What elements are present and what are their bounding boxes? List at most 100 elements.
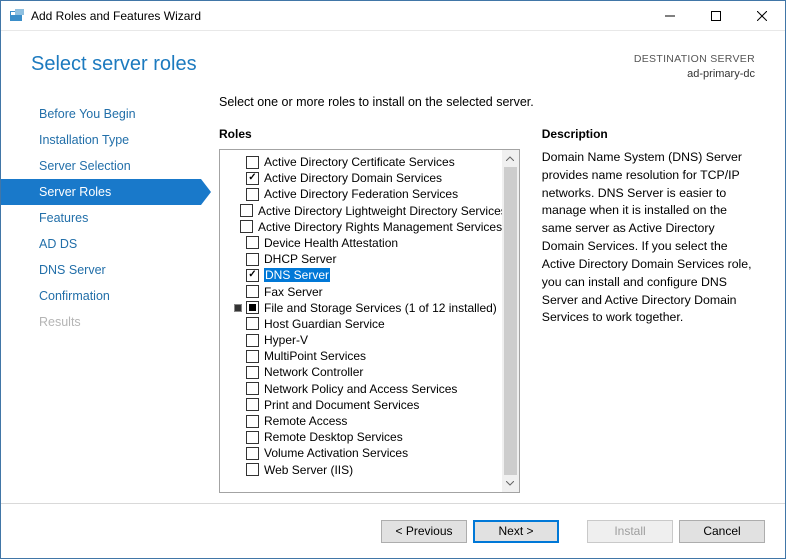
role-checkbox[interactable] [246, 447, 259, 460]
destination-value: ad-primary-dc [634, 67, 755, 81]
role-label[interactable]: Print and Document Services [264, 398, 419, 412]
scrollbar[interactable] [502, 150, 519, 492]
role-item[interactable]: Active Directory Federation Services [224, 186, 502, 202]
role-label[interactable]: Active Directory Certificate Services [264, 155, 455, 169]
role-checkbox[interactable] [246, 398, 259, 411]
wizard-nav: Before You BeginInstallation TypeServer … [1, 95, 201, 493]
previous-button[interactable]: < Previous [381, 520, 467, 543]
role-checkbox[interactable] [246, 366, 259, 379]
nav-item[interactable]: Confirmation [1, 283, 201, 309]
role-item[interactable]: Print and Document Services [224, 397, 502, 413]
footer: < Previous Next > Install Cancel [1, 503, 785, 558]
maximize-button[interactable] [693, 1, 739, 30]
role-label[interactable]: Web Server (IIS) [264, 463, 353, 477]
header-area: Select server roles DESTINATION SERVER a… [1, 31, 785, 89]
nav-item[interactable]: Features [1, 205, 201, 231]
role-item[interactable]: File and Storage Services (1 of 12 insta… [224, 300, 502, 316]
role-label[interactable]: File and Storage Services (1 of 12 insta… [264, 301, 497, 315]
role-item[interactable]: Hyper-V [224, 332, 502, 348]
role-item[interactable]: Web Server (IIS) [224, 462, 502, 478]
role-label[interactable]: MultiPoint Services [264, 349, 366, 363]
role-item[interactable]: Device Health Attestation [224, 235, 502, 251]
role-item[interactable]: DHCP Server [224, 251, 502, 267]
role-checkbox[interactable] [246, 415, 259, 428]
minimize-button[interactable] [647, 1, 693, 30]
role-checkbox[interactable] [246, 236, 259, 249]
role-label[interactable]: Device Health Attestation [264, 236, 398, 250]
role-checkbox[interactable] [246, 156, 259, 169]
role-label[interactable]: DNS Server [264, 268, 330, 282]
role-label[interactable]: Active Directory Lightweight Directory S… [258, 204, 502, 218]
install-button: Install [587, 520, 673, 543]
role-checkbox[interactable] [246, 269, 259, 282]
role-checkbox[interactable] [246, 188, 259, 201]
role-item[interactable]: Active Directory Lightweight Directory S… [224, 203, 502, 219]
role-item[interactable]: Remote Access [224, 413, 502, 429]
close-button[interactable] [739, 1, 785, 30]
role-item[interactable]: Fax Server [224, 283, 502, 299]
role-item[interactable]: Volume Activation Services [224, 445, 502, 461]
page-title: Select server roles [31, 53, 197, 81]
role-label[interactable]: Remote Desktop Services [264, 430, 403, 444]
role-checkbox[interactable] [240, 220, 253, 233]
nav-item[interactable]: Server Roles [1, 179, 201, 205]
role-item[interactable]: Active Directory Domain Services [224, 170, 502, 186]
role-checkbox[interactable] [246, 285, 259, 298]
role-label[interactable]: Active Directory Federation Services [264, 187, 458, 201]
roles-list: Active Directory Certificate Services Act… [220, 150, 502, 492]
wizard-body: Select server roles DESTINATION SERVER a… [1, 31, 785, 558]
role-checkbox[interactable] [240, 204, 253, 217]
description-column: Description Domain Name System (DNS) Ser… [542, 127, 755, 493]
nav-item[interactable]: AD DS [1, 231, 201, 257]
role-label[interactable]: Active Directory Rights Management Servi… [258, 220, 502, 234]
role-item[interactable]: Host Guardian Service [224, 316, 502, 332]
role-label[interactable]: Network Policy and Access Services [264, 382, 457, 396]
role-label[interactable]: Network Controller [264, 365, 363, 379]
role-label[interactable]: DHCP Server [264, 252, 336, 266]
cancel-button[interactable]: Cancel [679, 520, 765, 543]
role-checkbox[interactable] [246, 301, 259, 314]
next-button[interactable]: Next > [473, 520, 559, 543]
scroll-down-icon[interactable] [502, 475, 519, 492]
role-item[interactable]: DNS Server [224, 267, 502, 283]
role-label[interactable]: Hyper-V [264, 333, 308, 347]
roles-heading: Roles [219, 127, 520, 141]
window-title: Add Roles and Features Wizard [31, 9, 647, 23]
role-label[interactable]: Active Directory Domain Services [264, 171, 442, 185]
expand-icon[interactable] [234, 304, 242, 312]
columns: Roles Active Directory Certificate Servi… [219, 127, 755, 493]
window-controls [647, 1, 785, 30]
role-label[interactable]: Volume Activation Services [264, 446, 408, 460]
nav-item[interactable]: Server Selection [1, 153, 201, 179]
role-checkbox[interactable] [246, 172, 259, 185]
nav-item[interactable]: Installation Type [1, 127, 201, 153]
nav-item: Results [1, 309, 201, 335]
role-checkbox[interactable] [246, 463, 259, 476]
content-area: Select one or more roles to install on t… [201, 95, 785, 493]
role-checkbox[interactable] [246, 317, 259, 330]
role-checkbox[interactable] [246, 382, 259, 395]
destination-server: DESTINATION SERVER ad-primary-dc [634, 53, 755, 81]
roles-listbox[interactable]: Active Directory Certificate Services Act… [219, 149, 520, 493]
role-checkbox[interactable] [246, 334, 259, 347]
nav-item[interactable]: DNS Server [1, 257, 201, 283]
description-heading: Description [542, 127, 755, 141]
role-item[interactable]: Network Policy and Access Services [224, 381, 502, 397]
scroll-up-icon[interactable] [502, 150, 519, 167]
role-item[interactable]: Active Directory Rights Management Servi… [224, 219, 502, 235]
nav-item[interactable]: Before You Begin [1, 101, 201, 127]
role-item[interactable]: Network Controller [224, 364, 502, 380]
role-label[interactable]: Host Guardian Service [264, 317, 385, 331]
scroll-thumb[interactable] [504, 167, 517, 475]
role-item[interactable]: MultiPoint Services [224, 348, 502, 364]
destination-label: DESTINATION SERVER [634, 53, 755, 67]
titlebar: Add Roles and Features Wizard [1, 1, 785, 31]
role-label[interactable]: Fax Server [264, 285, 323, 299]
role-label[interactable]: Remote Access [264, 414, 347, 428]
intro-text: Select one or more roles to install on t… [219, 95, 755, 109]
role-item[interactable]: Active Directory Certificate Services [224, 154, 502, 170]
role-item[interactable]: Remote Desktop Services [224, 429, 502, 445]
role-checkbox[interactable] [246, 253, 259, 266]
role-checkbox[interactable] [246, 431, 259, 444]
role-checkbox[interactable] [246, 350, 259, 363]
